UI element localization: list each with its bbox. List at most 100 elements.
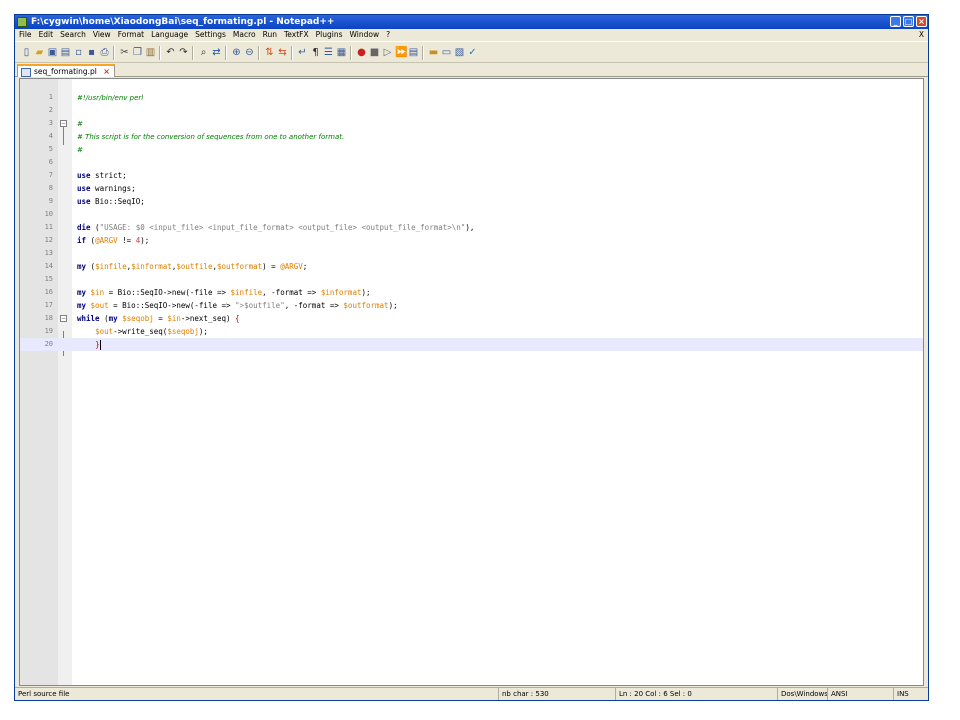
toolbar: ▯ ▰ ▣ ▤ ▫ ▪ ⎙ ✂ ❐ ▥ ↶ ↷ ⌕ ⇄ ⊕ ⊖ ⇅ ⇆ ↵ ¶ … [15, 41, 928, 63]
code-line[interactable]: 12 if (@ARGV != 4); [20, 234, 923, 247]
zoom-out-icon[interactable]: ⊖ [244, 47, 255, 58]
tool-d-icon[interactable]: ✓ [467, 47, 478, 58]
code-lines: 1 #!/usr/bin/env perl 2 3− # 4 # This script i… [20, 91, 923, 351]
code-line[interactable]: 11 die ("USAGE: $0 <input_file> <input_fi… [20, 221, 923, 234]
line-number: 19 [44, 327, 53, 335]
save-macro-icon[interactable]: ▤ [408, 47, 419, 58]
wrap-icon[interactable]: ↵ [297, 47, 308, 58]
fold-toggle-icon[interactable]: − [60, 120, 67, 127]
menu-view[interactable]: View [89, 29, 114, 41]
code-editor[interactable]: 1 #!/usr/bin/env perl 2 3− # 4 # This script i… [19, 78, 924, 686]
tab-seq-formating[interactable]: seq_formating.pl × [17, 64, 115, 77]
code-token: ); [361, 288, 371, 297]
tool-c-icon[interactable]: ▧ [454, 47, 465, 58]
all-chars-icon[interactable]: ¶ [310, 47, 321, 58]
copy-icon[interactable]: ❐ [132, 47, 143, 58]
close-all-icon[interactable]: ▪ [86, 47, 97, 58]
sync-v-icon[interactable]: ⇅ [264, 47, 275, 58]
maximize-button[interactable]: □ [903, 16, 914, 27]
code-line[interactable]: 9 use Bio::SeqIO; [20, 195, 923, 208]
redo-icon[interactable]: ↷ [178, 47, 189, 58]
code-line[interactable]: 3− # [20, 117, 923, 130]
zoom-in-icon[interactable]: ⊕ [231, 47, 242, 58]
find-icon[interactable]: ⌕ [198, 47, 209, 58]
line-number: 8 [48, 184, 53, 192]
code-line[interactable]: 1 #!/usr/bin/env perl [20, 91, 923, 104]
menu-format[interactable]: Format [114, 29, 147, 41]
code-line[interactable]: 15 [20, 273, 923, 286]
code-token: ); [198, 327, 208, 336]
code-line[interactable]: 13 [20, 247, 923, 260]
code-token: = Bio::SeqIO->new(-file => [108, 301, 236, 310]
title-bar[interactable]: F:\cygwin\home\XiaodongBai\seq_formating… [15, 15, 928, 29]
code-token: if [77, 236, 87, 245]
code-line[interactable]: 14 my ($infile,$informat,$outfile,$outfor… [20, 260, 923, 273]
code-line[interactable]: 8 use warnings; [20, 182, 923, 195]
tab-close-icon[interactable]: × [103, 66, 110, 77]
menu-textfx[interactable]: TextFX [280, 29, 312, 41]
code-token: $out [95, 327, 114, 336]
line-number: 4 [48, 132, 53, 140]
sync-h-icon[interactable]: ⇆ [277, 47, 288, 58]
tool-b-icon[interactable]: ▭ [441, 47, 452, 58]
menu-run[interactable]: Run [259, 29, 280, 41]
code-line[interactable]: 10 [20, 208, 923, 221]
code-token: $seqobj [122, 314, 154, 323]
menu-settings[interactable]: Settings [191, 29, 229, 41]
tab-label: seq_formating.pl [34, 67, 97, 76]
menu-search[interactable]: Search [56, 29, 89, 41]
code-line[interactable]: 20 } [20, 338, 923, 351]
code-line[interactable]: 2 [20, 104, 923, 117]
close-window-button[interactable]: × [916, 16, 927, 27]
save-icon[interactable]: ▣ [47, 47, 58, 58]
new-file-icon[interactable]: ▯ [21, 47, 32, 58]
print-icon[interactable]: ⎙ [99, 47, 110, 58]
menu-edit[interactable]: Edit [35, 29, 57, 41]
code-token: @ARGV [280, 262, 303, 271]
menu-window[interactable]: Window [346, 29, 383, 41]
minimize-button[interactable]: _ [890, 16, 901, 27]
replace-icon[interactable]: ⇄ [211, 47, 222, 58]
paste-icon[interactable]: ▥ [145, 47, 156, 58]
undo-icon[interactable]: ↶ [165, 47, 176, 58]
code-token: { [235, 314, 240, 323]
doc-map-icon[interactable]: ▦ [336, 47, 347, 58]
run-macro-multi-icon[interactable]: ⏩ [395, 47, 407, 58]
code-line[interactable]: 17 my $out = Bio::SeqIO->new(-file => ">$… [20, 299, 923, 312]
record-macro-icon[interactable]: ● [356, 47, 367, 58]
cut-icon[interactable]: ✂ [119, 47, 130, 58]
code-text: # This script is for the conversion of s… [77, 130, 344, 144]
code-line[interactable]: 5 # [20, 143, 923, 156]
code-text: use strict; [77, 169, 127, 182]
code-line[interactable]: 6 [20, 156, 923, 169]
tool-a-icon[interactable]: ▬ [428, 47, 439, 58]
play-macro-icon[interactable]: ▷ [382, 47, 393, 58]
close-icon[interactable]: ▫ [73, 47, 84, 58]
save-all-icon[interactable]: ▤ [60, 47, 71, 58]
toolbar-separator [225, 46, 227, 60]
code-line[interactable]: 4 # This script is for the conversion of … [20, 130, 923, 143]
code-token: my [108, 314, 118, 323]
menu-help[interactable]: ? [382, 29, 393, 41]
line-number: 15 [44, 275, 53, 283]
code-line[interactable]: 19 $out->write_seq($seqobj); [20, 325, 923, 338]
status-eol: Dos\Windows [777, 688, 828, 700]
code-token: my [77, 262, 87, 271]
code-line[interactable]: 18− while (my $seqobj = $in->next_seq) { [20, 312, 923, 325]
code-line[interactable]: 7 use strict; [20, 169, 923, 182]
status-language: Perl source file [18, 690, 70, 698]
code-token: # [77, 146, 83, 154]
open-file-icon[interactable]: ▰ [34, 47, 45, 58]
menu-file[interactable]: File [15, 29, 35, 41]
code-token: $informat [320, 288, 362, 297]
fold-toggle-icon[interactable]: − [60, 315, 67, 322]
code-line[interactable]: 16 my $in = Bio::SeqIO->new(-file => $inf… [20, 286, 923, 299]
close-document-button[interactable]: X [919, 29, 924, 41]
stop-macro-icon[interactable]: ■ [369, 47, 380, 58]
indent-guide-icon[interactable]: ☰ [323, 47, 334, 58]
menu-language[interactable]: Language [147, 29, 191, 41]
menu-macro[interactable]: Macro [229, 29, 259, 41]
menu-plugins[interactable]: Plugins [312, 29, 346, 41]
